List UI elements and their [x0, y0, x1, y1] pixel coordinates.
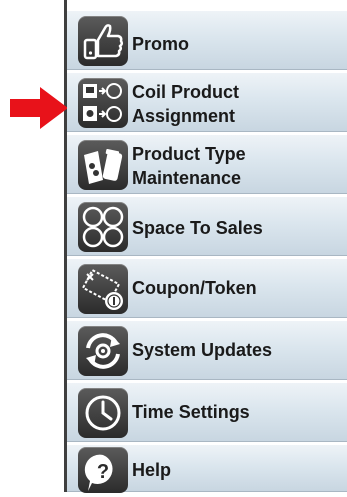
space-to-sales-icon [78, 202, 128, 252]
clock-icon [78, 388, 128, 438]
menu-item-system-updates[interactable]: System Updates [67, 320, 347, 380]
menu-item-label-line1: Coil Product [132, 82, 239, 102]
thumbs-up-icon [78, 16, 128, 66]
menu-item-space-to-sales[interactable]: Space To Sales [67, 196, 347, 256]
menu-item-coupon-token[interactable]: Coupon/Token [67, 258, 347, 318]
menu-item-label: Promo [132, 34, 190, 54]
red-arrow-indicator [10, 87, 68, 129]
menu-item-product-type-maintenance[interactable]: Product Type Maintenance [67, 134, 347, 194]
coupon-token-icon [78, 264, 128, 314]
menu-item-label: System Updates [132, 340, 273, 360]
menu-item-label-line1: Product Type [132, 144, 246, 164]
menu-item-label: Coupon/Token [132, 278, 257, 298]
menu-item-help[interactable]: ? Help [67, 444, 347, 493]
menu-item-label: Space To Sales [132, 218, 263, 238]
system-updates-icon [78, 326, 128, 376]
svg-text:?: ? [97, 461, 109, 483]
help-icon: ? [78, 447, 128, 493]
menu-item-label-line2: Assignment [132, 106, 236, 126]
menu-item-label-line2: Maintenance [132, 168, 242, 188]
menu-item-coil-product-assignment[interactable]: Coil Product Assignment [67, 72, 347, 132]
menu-item-label: Help [132, 460, 172, 480]
menu-item-label: Time Settings [132, 402, 250, 422]
coil-assignment-icon [78, 78, 128, 128]
menu-item-time-settings[interactable]: Time Settings [67, 382, 347, 442]
product-type-icon [78, 140, 128, 190]
menu-item-promo[interactable]: Promo [67, 10, 347, 70]
